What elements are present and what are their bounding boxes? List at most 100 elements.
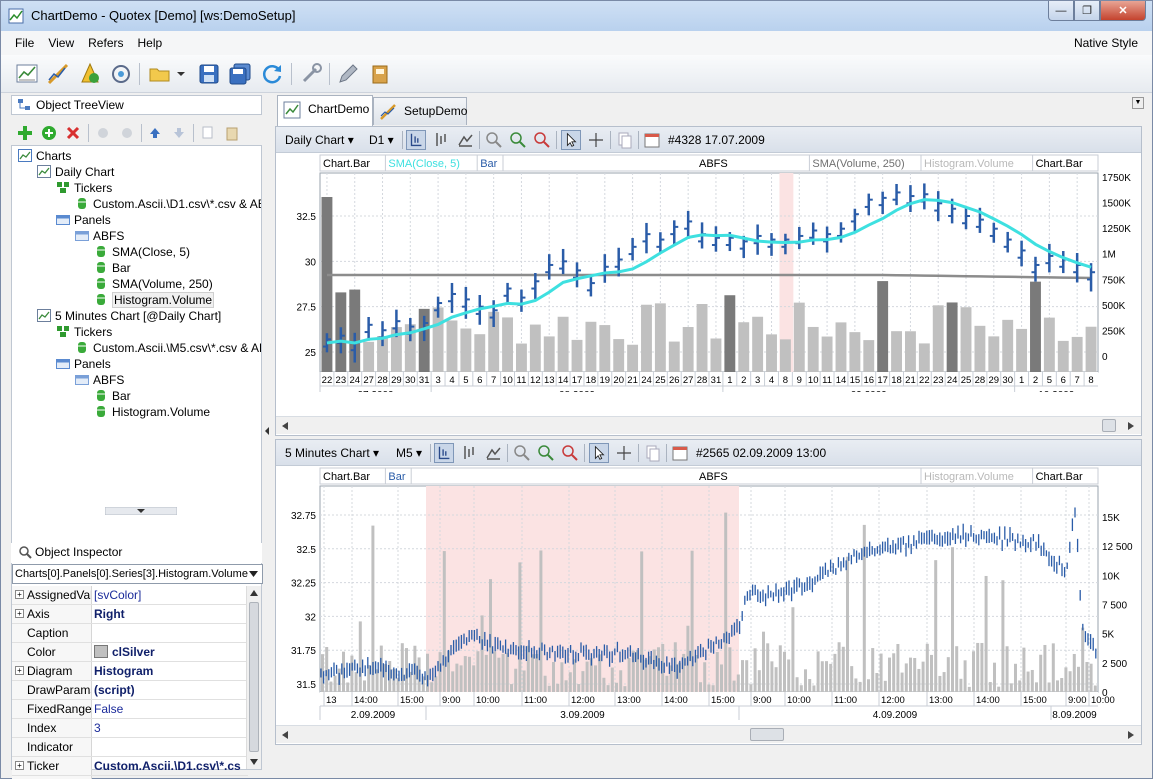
expand-icon[interactable]: + xyxy=(15,761,24,770)
tree-item[interactable]: SMA(Close, 5) xyxy=(94,244,190,260)
chevron-down-icon[interactable] xyxy=(249,571,258,577)
minutes-chart-scrollbar[interactable] xyxy=(276,725,1141,743)
property-value[interactable]: clSilver xyxy=(94,643,248,661)
tree-item[interactable]: SMA(Volume, 250) xyxy=(94,276,213,292)
expand-icon[interactable]: + xyxy=(15,590,24,599)
tree-item[interactable]: Tickers xyxy=(56,180,112,196)
native-style-label[interactable]: Native Style xyxy=(1074,36,1138,50)
daily-chart-scrollbar[interactable] xyxy=(276,416,1141,434)
tree-item[interactable]: Bar xyxy=(94,388,131,404)
export-icon[interactable] xyxy=(368,62,392,86)
property-value[interactable]: [svColor] xyxy=(94,586,248,604)
tree-item[interactable]: Charts xyxy=(18,148,71,164)
menu-file[interactable]: File xyxy=(1,36,41,50)
period-select[interactable]: M5 ▾ xyxy=(396,446,422,460)
scroll-right-icon[interactable] xyxy=(1128,731,1134,739)
property-value[interactable]: Custom.Ascii.\D1.csv\*.cs xyxy=(94,757,248,775)
zoom-reset-icon[interactable] xyxy=(532,130,552,150)
property-value[interactable]: 3 xyxy=(94,719,248,737)
chart-name-select[interactable]: 5 Minutes Chart ▾ xyxy=(285,446,379,460)
chart-name-select[interactable]: Daily Chart ▾ xyxy=(285,133,354,147)
tree-item[interactable]: Tickers xyxy=(56,324,112,340)
property-value[interactable]: (script) xyxy=(94,681,248,699)
property-row[interactable]: DrawParams (script) xyxy=(12,681,248,700)
diagnostics-icon[interactable] xyxy=(109,62,133,86)
save-icon[interactable] xyxy=(197,62,221,86)
add-child-icon[interactable] xyxy=(41,125,57,141)
chart-icon[interactable] xyxy=(15,62,39,86)
dropdown-arrow-icon[interactable] xyxy=(174,62,188,86)
scroll-left-icon[interactable] xyxy=(282,422,288,430)
cursor-mode-icon[interactable] xyxy=(406,130,426,150)
calendar-icon[interactable] xyxy=(642,130,662,150)
menu-refers[interactable]: Refers xyxy=(81,36,130,50)
daily-scroll-thumb[interactable] xyxy=(1102,419,1116,432)
crosshair-icon[interactable] xyxy=(586,130,606,150)
line-mode-icon[interactable] xyxy=(455,130,475,150)
setup-icon[interactable] xyxy=(46,62,70,86)
minimize-button[interactable]: — xyxy=(1048,1,1074,21)
tree-item[interactable]: 5 Minutes Chart [@Daily Chart] xyxy=(37,308,221,324)
line-mode-icon[interactable] xyxy=(483,443,503,463)
calendar-icon[interactable] xyxy=(670,443,690,463)
property-row[interactable]: FixedRange False xyxy=(12,700,248,719)
property-row[interactable]: Caption xyxy=(12,624,248,643)
tree-item[interactable]: Panels xyxy=(56,212,111,228)
copy-icon[interactable] xyxy=(614,130,634,150)
minutes-scroll-thumb[interactable] xyxy=(750,728,784,741)
crosshair-icon[interactable] xyxy=(614,443,634,463)
expand-icon[interactable]: + xyxy=(15,666,24,675)
tree-item[interactable]: Histogram.Volume xyxy=(94,404,210,420)
pen-icon[interactable] xyxy=(336,62,360,86)
tabs-menu-button[interactable]: ▼ xyxy=(1132,97,1144,109)
inspector-object-select[interactable]: Charts[0].Panels[0].Series[3].Histogram.… xyxy=(12,564,263,584)
tree-item[interactable]: Bar xyxy=(94,260,131,276)
scroll-down-icon[interactable] xyxy=(250,759,258,765)
zoom-out-icon[interactable] xyxy=(484,130,504,150)
save-all-icon[interactable] xyxy=(228,62,252,86)
tree-item[interactable]: ABFS xyxy=(75,228,124,244)
tree-item[interactable]: Daily Chart xyxy=(37,164,114,180)
zoom-in-icon[interactable] xyxy=(508,130,528,150)
expand-icon[interactable]: + xyxy=(15,609,24,618)
tree-item[interactable]: Histogram.Volume xyxy=(94,292,215,308)
cursor-mode-icon[interactable] xyxy=(434,443,454,463)
scroll-left-icon[interactable] xyxy=(282,731,288,739)
tree-item[interactable]: Custom.Ascii.\M5.csv\*.csv & ABFS xyxy=(75,340,261,356)
scroll-right-icon[interactable] xyxy=(1128,422,1134,430)
property-value[interactable]: False xyxy=(94,700,248,718)
tab-setupdemo[interactable]: SetupDemo xyxy=(373,97,467,125)
property-row[interactable]: Color clSilver xyxy=(12,643,248,662)
minutes-chart-canvas[interactable]: 32.7532.532.253231.7531.502 5005K7 50010… xyxy=(276,467,1141,722)
tab-chartdemo[interactable]: ChartDemo xyxy=(277,95,373,126)
add-icon[interactable] xyxy=(17,125,33,141)
refresh-icon[interactable] xyxy=(260,62,284,86)
tree-item[interactable]: Custom.Ascii.\D1.csv\*.csv & ABFS xyxy=(75,196,261,212)
property-row[interactable]: Diagram + Histogram xyxy=(12,662,248,681)
tickers-icon[interactable] xyxy=(78,62,102,86)
property-row[interactable]: Index 3 xyxy=(12,719,248,738)
period-select[interactable]: D1 ▾ xyxy=(369,133,394,147)
property-value[interactable]: Right xyxy=(94,605,248,623)
pointer-icon[interactable] xyxy=(589,443,609,463)
scroll-up-icon[interactable] xyxy=(250,590,258,596)
inspector-vertical-scrollbar[interactable] xyxy=(246,586,261,769)
property-value[interactable] xyxy=(94,738,248,756)
property-row[interactable]: Indicator xyxy=(12,738,248,757)
bar-mode-icon[interactable] xyxy=(431,130,451,150)
inspector-scroll-thumb[interactable] xyxy=(249,602,259,752)
zoom-out-icon[interactable] xyxy=(512,443,532,463)
property-row[interactable]: Ticker + Custom.Ascii.\D1.csv\*.cs xyxy=(12,757,248,776)
open-folder-icon[interactable] xyxy=(148,62,172,86)
zoom-in-icon[interactable] xyxy=(536,443,556,463)
pointer-icon[interactable] xyxy=(561,130,581,150)
menu-help[interactable]: Help xyxy=(130,36,169,50)
daily-chart-canvas[interactable]: 32.53027.525 0250K500K750K1M1250K1500K175… xyxy=(276,154,1141,392)
property-row[interactable]: Axis + Right xyxy=(12,605,248,624)
menu-view[interactable]: View xyxy=(41,36,81,50)
property-value[interactable] xyxy=(94,624,248,642)
tree-item[interactable]: Panels xyxy=(56,356,111,372)
move-up-icon[interactable] xyxy=(147,125,163,141)
collapse-left-icon[interactable] xyxy=(264,421,270,441)
tree-item[interactable]: ABFS xyxy=(75,372,124,388)
